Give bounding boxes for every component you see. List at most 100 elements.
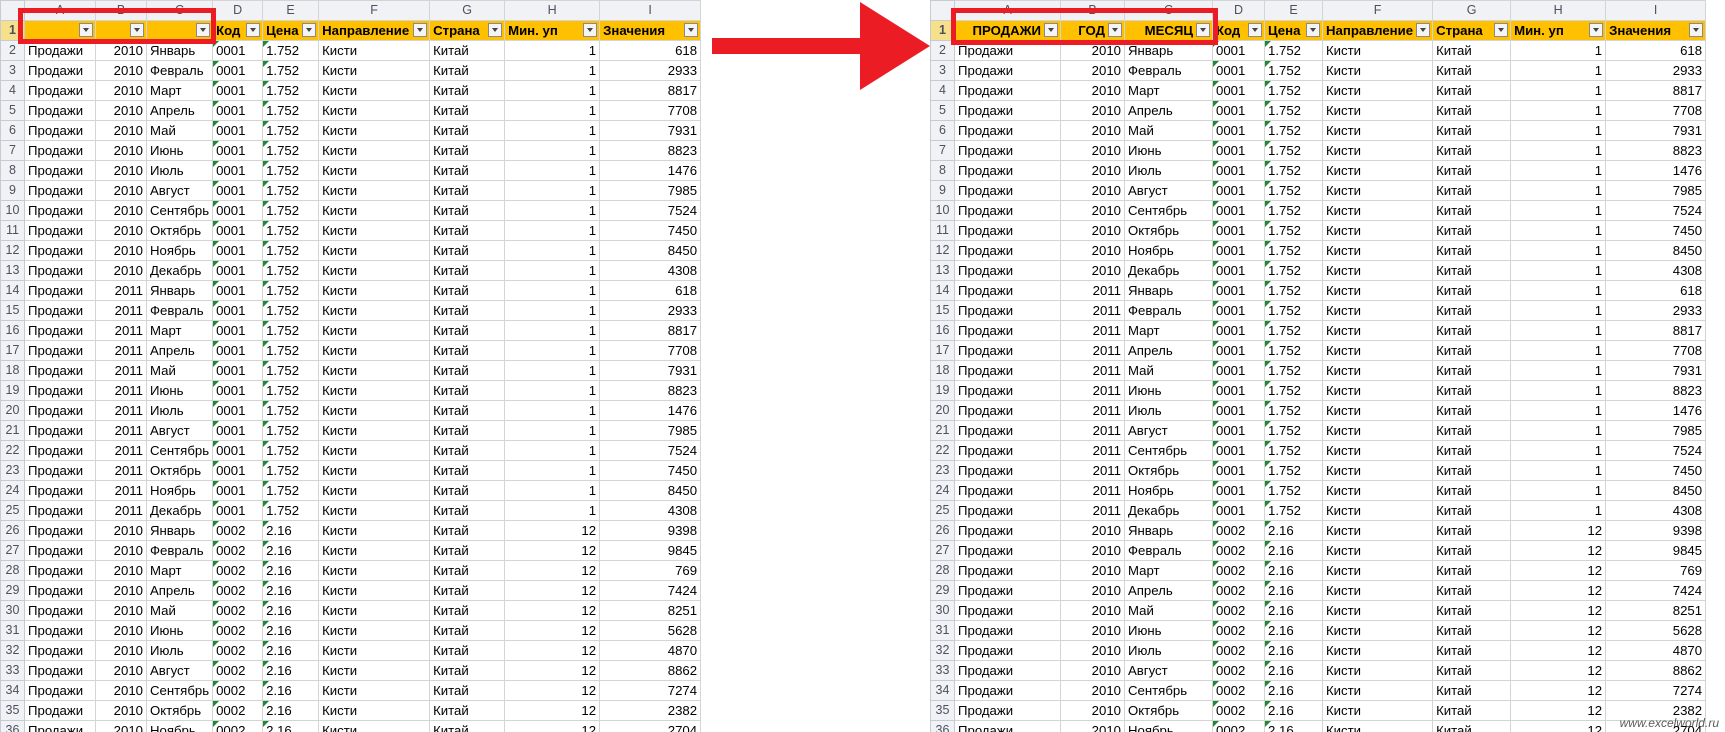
cell-f[interactable]: Кисти (318, 540, 431, 561)
cell-e[interactable]: 2.16 (262, 580, 320, 601)
cell-f[interactable]: Кисти (318, 120, 431, 141)
cell-c[interactable]: Январь (145, 280, 214, 301)
cell-f[interactable]: Кисти (1321, 320, 1434, 341)
row-number[interactable]: 17 (0, 340, 25, 361)
cell-a[interactable]: Продажи (24, 280, 96, 301)
cell-e[interactable]: 1.752 (1264, 120, 1323, 141)
cell-d[interactable]: 0001 (212, 380, 264, 401)
cell-b[interactable]: 2010 (1060, 580, 1125, 601)
header-cell-f[interactable]: Направление (318, 20, 431, 41)
cell-g[interactable]: Китай (1432, 80, 1512, 101)
row-number[interactable]: 34 (930, 680, 955, 701)
cell-f[interactable]: Кисти (1321, 240, 1434, 261)
cell-g[interactable]: Китай (1432, 500, 1512, 521)
cell-a[interactable]: Продажи (24, 120, 96, 141)
cell-i[interactable]: 7708 (1605, 340, 1707, 361)
cell-g[interactable]: Китай (429, 640, 506, 661)
cell-e[interactable]: 1.752 (262, 160, 320, 181)
cell-g[interactable]: Китай (429, 40, 506, 61)
cell-e[interactable]: 1.752 (262, 200, 320, 221)
cell-c[interactable]: Апрель (145, 100, 214, 121)
cell-a[interactable]: Продажи (954, 440, 1061, 461)
row-number[interactable]: 24 (930, 480, 955, 501)
cell-a[interactable]: Продажи (24, 440, 96, 461)
filter-dropdown-icon[interactable] (302, 23, 317, 37)
row-number[interactable]: 23 (0, 460, 25, 481)
cell-d[interactable]: 0001 (212, 300, 264, 321)
cell-h[interactable]: 1 (504, 60, 601, 81)
cell-b[interactable]: 2011 (1060, 360, 1125, 381)
cell-c[interactable]: Февраль (145, 60, 214, 81)
cell-h[interactable]: 1 (1510, 280, 1607, 301)
cell-a[interactable]: Продажи (24, 720, 96, 732)
cell-g[interactable]: Китай (429, 260, 506, 281)
cell-e[interactable]: 1.752 (1264, 240, 1323, 261)
cell-d[interactable]: 0001 (1212, 380, 1265, 401)
cell-d[interactable]: 0001 (212, 500, 264, 521)
cell-b[interactable]: 2010 (95, 580, 147, 601)
cell-b[interactable]: 2011 (1060, 320, 1125, 341)
cell-e[interactable]: 2.16 (1264, 660, 1323, 681)
header-cell-i[interactable]: Значения (599, 20, 702, 41)
cell-b[interactable]: 2010 (95, 60, 147, 81)
cell-e[interactable]: 1.752 (262, 40, 320, 61)
cell-f[interactable]: Кисти (1321, 420, 1434, 441)
cell-i[interactable]: 8817 (599, 320, 702, 341)
cell-c[interactable]: Август (145, 660, 214, 681)
cell-h[interactable]: 1 (504, 200, 601, 221)
cell-d[interactable]: 0002 (1212, 600, 1265, 621)
cell-f[interactable]: Кисти (318, 640, 431, 661)
cell-d[interactable]: 0001 (1212, 280, 1265, 301)
cell-d[interactable]: 0001 (1212, 360, 1265, 381)
cell-c[interactable]: Январь (1124, 520, 1213, 541)
cell-e[interactable]: 1.752 (262, 460, 320, 481)
cell-h[interactable]: 1 (504, 440, 601, 461)
row-number[interactable]: 16 (930, 320, 955, 341)
cell-i[interactable]: 7274 (1605, 680, 1707, 701)
cell-e[interactable]: 1.752 (1264, 80, 1323, 101)
cell-e[interactable]: 1.752 (262, 240, 320, 261)
cell-e[interactable]: 1.752 (262, 360, 320, 381)
cell-g[interactable]: Китай (429, 200, 506, 221)
cell-c[interactable]: Сентябрь (1124, 200, 1213, 221)
cell-f[interactable]: Кисти (318, 280, 431, 301)
cell-a[interactable]: Продажи (24, 540, 96, 561)
row-number[interactable]: 14 (930, 280, 955, 301)
cell-d[interactable]: 0001 (1212, 80, 1265, 101)
cell-h[interactable]: 1 (504, 300, 601, 321)
cell-c[interactable]: Август (1124, 660, 1213, 681)
cell-i[interactable]: 8862 (599, 660, 702, 681)
cell-f[interactable]: Кисти (1321, 360, 1434, 381)
cell-h[interactable]: 1 (504, 460, 601, 481)
cell-g[interactable]: Китай (1432, 580, 1512, 601)
cell-i[interactable]: 7985 (1605, 420, 1707, 441)
cell-h[interactable]: 1 (1510, 300, 1607, 321)
cell-c[interactable]: Май (1124, 600, 1213, 621)
cell-f[interactable]: Кисти (1321, 160, 1434, 181)
cell-a[interactable]: Продажи (954, 140, 1061, 161)
cell-e[interactable]: 1.752 (1264, 460, 1323, 481)
cell-i[interactable]: 4308 (599, 260, 702, 281)
cell-f[interactable]: Кисти (1321, 260, 1434, 281)
cell-e[interactable]: 1.752 (1264, 280, 1323, 301)
cell-e[interactable]: 1.752 (262, 180, 320, 201)
cell-e[interactable]: 1.752 (1264, 60, 1323, 81)
cell-d[interactable]: 0002 (1212, 660, 1265, 681)
cell-g[interactable]: Китай (1432, 400, 1512, 421)
cell-f[interactable]: Кисти (318, 400, 431, 421)
row-number[interactable]: 33 (930, 660, 955, 681)
cell-f[interactable]: Кисти (1321, 700, 1434, 721)
cell-c[interactable]: Октябрь (1124, 700, 1213, 721)
cell-h[interactable]: 1 (1510, 60, 1607, 81)
cell-a[interactable]: Продажи (954, 480, 1061, 501)
cell-f[interactable]: Кисти (1321, 340, 1434, 361)
cell-a[interactable]: Продажи (24, 500, 96, 521)
cell-f[interactable]: Кисти (1321, 440, 1434, 461)
cell-h[interactable]: 1 (1510, 460, 1607, 481)
cell-h[interactable]: 1 (504, 280, 601, 301)
cell-g[interactable]: Китай (429, 100, 506, 121)
row-number[interactable]: 29 (930, 580, 955, 601)
cell-e[interactable]: 1.752 (1264, 220, 1323, 241)
cell-h[interactable]: 12 (504, 620, 601, 641)
cell-c[interactable]: Май (145, 120, 214, 141)
